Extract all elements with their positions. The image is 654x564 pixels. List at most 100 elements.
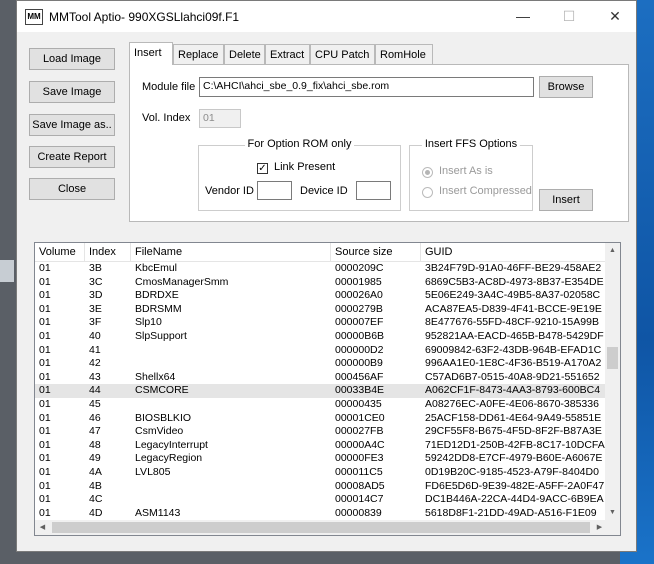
module-file-input[interactable]: C:\AHCI\ahci_sbe_0.9_fix\ahci_sbe.rom (199, 77, 534, 97)
tab-delete[interactable]: Delete (224, 44, 265, 64)
col-index[interactable]: Index (85, 243, 131, 261)
table-row[interactable]: 01 3C CmosManagerSmm 00001985 6869C5B3-AC8D-… (35, 276, 607, 290)
cell-volume: 01 (39, 411, 51, 424)
cell-source-size: 0000279B (335, 302, 383, 315)
load-image-button[interactable]: Load Image (29, 48, 115, 70)
vendor-id-input[interactable] (257, 181, 292, 200)
table-row[interactable]: 01 4A LVL805 000011C5 0D19B20C-9185-4523-A79… (35, 466, 607, 480)
table-row[interactable]: 01 43 Shellx64 000456AF C57AD6B7-0515-40A8-9… (35, 371, 607, 385)
cell-filename: LegacyInterrupt (135, 438, 208, 451)
cell-guid: DC1B446A-22CA-44D4-9ACC-6B9EA (425, 493, 604, 506)
cell-source-size: 000000B9 (335, 357, 383, 370)
cell-index: 4C (89, 493, 103, 506)
col-source-size[interactable]: Source size (331, 243, 421, 261)
cell-index: 40 (89, 330, 101, 342)
cell-filename: SlpSupport (135, 330, 187, 342)
cell-filename: CmosManagerSmm (135, 275, 229, 288)
cell-volume: 01 (39, 357, 51, 370)
option-rom-group: For Option ROM only ✓ Link Present Vendo… (198, 138, 401, 211)
cell-guid: C57AD6B7-0515-40A8-9D21-551652 (425, 370, 600, 383)
save-image-button[interactable]: Save Image (29, 81, 115, 103)
table-row[interactable]: 01 3B KbcEmul 0000209C 3B24F79D-91A0-46FF-BE… (35, 262, 607, 276)
table-row[interactable]: 01 3D BDRDXE 000026A0 5E06E249-3A4C-49B5-8A3… (35, 289, 607, 303)
cell-guid: 29CF55F8-B675-4F5D-8F2F-B87A3E (425, 425, 602, 438)
cell-source-size: 000007EF (335, 316, 384, 329)
cell-source-size: 00000B6B (335, 330, 385, 342)
cell-filename: LegacyRegion (135, 452, 203, 465)
maximize-button[interactable]: ☐ (546, 1, 592, 32)
table-row[interactable]: 01 3F Slp10 000007EF 8E477676-55FD-48CF-9210… (35, 316, 607, 330)
close-button[interactable]: Close (29, 178, 115, 200)
list-rows: 01 3B KbcEmul 0000209C 3B24F79D-91A0-46FF-BE… (35, 262, 607, 520)
cell-volume: 01 (39, 398, 51, 410)
vendor-id-label: Vendor ID (205, 185, 254, 197)
table-row[interactable]: 01 4B 00008AD5 FD6E5D6D-9E39-482E-A5FF-2A0F… (35, 480, 607, 494)
scroll-up-arrow-icon[interactable]: ▲ (605, 243, 620, 258)
module-list[interactable]: Volume Index FileName Source size GUID 0… (34, 242, 621, 536)
tab-cpu-patch[interactable]: CPU Patch (310, 44, 375, 64)
cell-source-size: 00001CE0 (335, 411, 385, 424)
table-row[interactable]: 01 3E BDRSMM 0000279B ACA87EA5-D839-4F41-BCC… (35, 303, 607, 317)
horizontal-scroll-thumb[interactable] (52, 522, 590, 533)
table-row[interactable]: 01 48 LegacyInterrupt 00000A4C 71ED12D1-250B… (35, 439, 607, 453)
cell-index: 42 (89, 357, 101, 370)
vertical-scroll-thumb[interactable] (607, 347, 618, 369)
cell-filename: LVL805 (135, 466, 171, 478)
insert-as-is-radio[interactable] (422, 167, 433, 178)
insert-compressed-radio[interactable] (422, 187, 433, 198)
col-volume[interactable]: Volume (35, 243, 85, 261)
app-icon: MM (25, 9, 43, 25)
title-bar[interactable]: MM MMTool Aptio- 990XGSLlahci09f.F1 — ☐ … (17, 1, 636, 32)
cell-guid: 59242DD8-E7CF-4979-B60E-A6067E (425, 452, 603, 465)
tab-insert[interactable]: Insert (129, 42, 173, 65)
table-row[interactable]: 01 49 LegacyRegion 00000FE3 59242DD8-E7CF-49… (35, 452, 607, 466)
table-row[interactable]: 01 4C 000014C7 DC1B446A-22CA-44D4-9ACC-6B9E… (35, 493, 607, 507)
cell-volume: 01 (39, 452, 51, 465)
insert-compressed-label: Insert Compressed (439, 185, 532, 197)
cell-filename: Shellx64 (135, 370, 176, 383)
tab-extract[interactable]: Extract (265, 44, 310, 64)
insert-ffs-options-group: Insert FFS Options Insert As is Insert C… (409, 138, 533, 211)
cell-source-size: 000011C5 (335, 466, 383, 478)
table-row[interactable]: 01 46 BIOSBLKIO 00001CE0 25ACF158-DD61-4E64-… (35, 412, 607, 426)
create-report-button[interactable]: Create Report (29, 146, 115, 168)
cell-source-size: 000014C7 (335, 493, 384, 506)
horizontal-scrollbar[interactable]: ◀ ▶ (35, 520, 607, 535)
table-row[interactable]: 01 44 CSMCORE 00033B4E A062CF1F-8473-4AA3-87… (35, 384, 607, 398)
table-row[interactable]: 01 40 SlpSupport 00000B6B 952821AA-EACD-465B… (35, 330, 607, 344)
table-row[interactable]: 01 45 00000435 A08276EC-A0FE-4E06-8670-3853… (35, 398, 607, 412)
scroll-left-arrow-icon[interactable]: ◀ (35, 520, 50, 535)
insert-as-is-label: Insert As is (439, 165, 493, 177)
tab-control: Insert Replace Delete Extract CPU Patch … (129, 42, 629, 222)
table-row[interactable]: 01 42 000000B9 996AA1E0-1E8C-4F36-B519-A170… (35, 357, 607, 371)
col-filename[interactable]: FileName (131, 243, 331, 261)
table-row[interactable]: 01 4D ASM1143 00000839 5618D8F1-21DD-49AD-A5… (35, 507, 607, 520)
table-row[interactable]: 01 41 000000D2 69009842-63F2-43DB-964B-EFAD… (35, 344, 607, 358)
device-id-label: Device ID (300, 185, 348, 197)
cell-index: 45 (89, 398, 101, 410)
close-window-button[interactable]: ✕ (592, 1, 638, 32)
device-id-input[interactable] (356, 181, 391, 200)
cell-filename: CSMCORE (135, 384, 189, 397)
col-guid[interactable]: GUID (421, 243, 607, 261)
save-image-as-button[interactable]: Save Image as.. (29, 114, 115, 136)
cell-index: 41 (89, 343, 101, 356)
insert-button[interactable]: Insert (539, 189, 593, 211)
cell-volume: 01 (39, 493, 51, 506)
cell-volume: 01 (39, 438, 51, 451)
link-present-checkbox[interactable]: ✓ (257, 163, 268, 174)
tab-romhole[interactable]: RomHole (375, 44, 433, 64)
vol-index-input[interactable]: 01 (199, 109, 241, 128)
cell-volume: 01 (39, 370, 51, 383)
cell-index: 3E (89, 302, 102, 315)
vertical-scrollbar[interactable]: ▲ ▼ (605, 243, 620, 520)
cell-index: 4B (89, 479, 102, 492)
scroll-down-arrow-icon[interactable]: ▼ (605, 505, 620, 520)
minimize-button[interactable]: — (500, 1, 546, 32)
cell-volume: 01 (39, 262, 51, 274)
link-present-label: Link Present (274, 161, 336, 173)
table-row[interactable]: 01 47 CsmVideo 000027FB 29CF55F8-B675-4F5D-8… (35, 425, 607, 439)
tab-replace[interactable]: Replace (173, 44, 224, 64)
desktop-background (0, 260, 14, 282)
browse-button[interactable]: Browse (539, 76, 593, 98)
